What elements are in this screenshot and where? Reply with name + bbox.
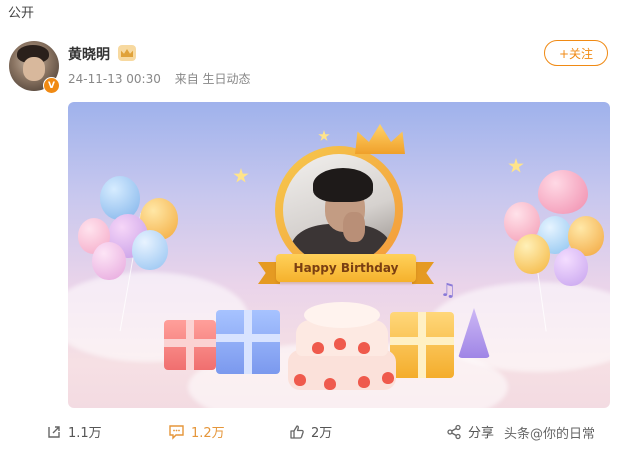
gift-box [164, 320, 216, 370]
strawberry [334, 338, 346, 350]
gift-box [390, 312, 454, 378]
visibility-label: 公开 [8, 6, 35, 21]
portrait-hand [343, 212, 365, 242]
balloon [554, 248, 588, 286]
strawberry [312, 342, 324, 354]
repost-count: 1.1万 [68, 426, 102, 441]
birthday-card-image[interactable]: Happy Birthday ♫ [68, 102, 610, 408]
balloon [92, 242, 126, 280]
member-crown-icon [118, 45, 136, 61]
portrait-photo [283, 154, 395, 266]
post-timestamp[interactable]: 24-11-13 00:30 [68, 72, 161, 86]
comment-count: 1.2万 [191, 426, 225, 441]
weibo-post: 公开 V 黄晓明 24-11-13 00:30 来自 生日动态 +关注 Happ… [0, 0, 628, 456]
like-button[interactable]: 2万 [289, 422, 332, 441]
portrait-hair [313, 168, 373, 202]
balloon [132, 230, 168, 270]
share-icon [447, 424, 461, 439]
birthday-banner: Happy Birthday [276, 254, 416, 282]
strawberry [382, 372, 394, 384]
balloon [514, 234, 550, 274]
verified-badge-icon: V [43, 77, 60, 94]
post-actions: 1.1万 1.2万 2万 分享 头条@你的日常 [0, 418, 628, 448]
star-icon [508, 158, 524, 173]
follow-button[interactable]: +关注 [544, 40, 608, 66]
share-button[interactable]: 分享 [446, 422, 494, 441]
thumbs-up-icon [290, 424, 304, 439]
post-meta: 24-11-13 00:30 来自 生日动态 [68, 70, 261, 87]
watermark: 头条@你的日常 [504, 427, 596, 442]
comment-icon [169, 424, 184, 440]
star-icon [318, 130, 330, 141]
repost-button[interactable]: 1.1万 [46, 422, 102, 441]
strawberry [358, 342, 370, 354]
avatar-face [23, 57, 45, 81]
balloon [100, 176, 140, 220]
star-icon [233, 168, 249, 183]
gift-box [216, 310, 280, 374]
repost-icon [48, 425, 60, 438]
like-count: 2万 [311, 426, 333, 441]
crown-icon [355, 124, 405, 154]
comment-button[interactable]: 1.2万 [168, 422, 225, 441]
strawberry [358, 376, 370, 388]
username[interactable]: 黄晓明 [68, 44, 110, 64]
strawberry [294, 374, 306, 386]
music-note-icon: ♫ [440, 280, 457, 301]
heart-balloon [538, 170, 588, 214]
share-label: 分享 [468, 426, 495, 441]
strawberry [324, 378, 336, 390]
cake-cream [304, 302, 380, 328]
post-source: 来自 生日动态 [174, 72, 251, 86]
